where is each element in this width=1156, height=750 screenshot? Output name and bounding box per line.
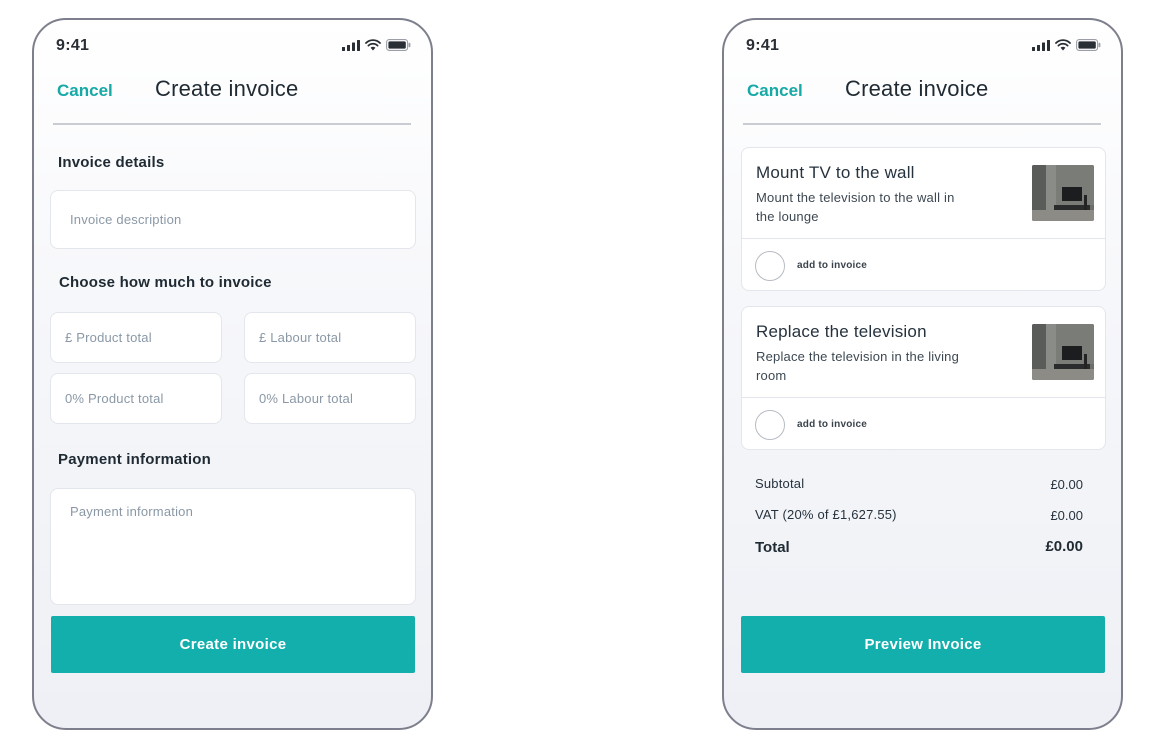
total-value: £0.00 <box>1045 538 1083 555</box>
battery-icon <box>386 39 411 51</box>
tv-room-photo <box>1032 165 1094 221</box>
signal-icon <box>1032 39 1050 51</box>
labour-total-placeholder: £ Labour total <box>259 330 342 345</box>
add-to-invoice-label: add to invoice <box>797 260 868 271</box>
add-to-invoice-label: add to invoice <box>797 419 868 430</box>
job-card[interactable]: Mount TV to the wall Mount the televisio… <box>741 147 1106 291</box>
job-card[interactable]: Replace the television Replace the telev… <box>741 306 1106 450</box>
payment-info-placeholder: Payment information <box>70 504 194 519</box>
payment-info-heading: Payment information <box>58 451 211 468</box>
subtotal-value: £0.00 <box>1050 477 1083 492</box>
signal-icon <box>342 39 360 51</box>
card-divider <box>742 238 1105 239</box>
subtotal-label: Subtotal <box>755 476 805 491</box>
page-title: Create invoice <box>155 76 299 101</box>
product-total-field[interactable]: £ Product total <box>50 312 222 363</box>
vat-label: VAT (20% of £1,627.55) <box>755 507 897 522</box>
product-percent-placeholder: 0% Product total <box>65 391 164 406</box>
invoice-description-field[interactable]: Invoice description <box>50 190 416 249</box>
preview-invoice-button[interactable]: Preview Invoice <box>741 616 1105 673</box>
status-icons <box>1032 39 1101 51</box>
invoice-details-heading: Invoice details <box>58 154 165 171</box>
battery-icon <box>1076 39 1101 51</box>
create-invoice-form-screen: 9:41 Cancel Create invoice Invoice detai… <box>32 18 433 730</box>
labour-total-field[interactable]: £ Labour total <box>244 312 416 363</box>
labour-percent-field[interactable]: 0% Labour total <box>244 373 416 424</box>
header-divider <box>743 123 1101 125</box>
create-invoice-button[interactable]: Create invoice <box>51 616 415 673</box>
header-divider <box>53 123 411 125</box>
labour-percent-placeholder: 0% Labour total <box>259 391 354 406</box>
product-percent-field[interactable]: 0% Product total <box>50 373 222 424</box>
job-description: Replace the television in the living roo… <box>756 349 960 383</box>
wifi-icon <box>1055 39 1071 51</box>
job-title: Replace the television <box>756 322 927 341</box>
cancel-button[interactable]: Cancel <box>747 81 803 101</box>
cancel-button[interactable]: Cancel <box>57 81 113 101</box>
add-to-invoice-radio[interactable] <box>755 410 785 440</box>
vat-value: £0.00 <box>1050 508 1083 523</box>
invoice-description-placeholder: Invoice description <box>70 212 182 227</box>
status-time: 9:41 <box>746 37 780 54</box>
job-title: Mount TV to the wall <box>756 163 915 182</box>
status-time: 9:41 <box>56 37 90 54</box>
payment-info-field[interactable]: Payment information <box>50 488 416 605</box>
product-total-placeholder: £ Product total <box>65 330 152 345</box>
add-to-invoice-radio[interactable] <box>755 251 785 281</box>
tv-room-photo <box>1032 324 1094 380</box>
wifi-icon <box>365 39 381 51</box>
page-title: Create invoice <box>845 76 989 101</box>
job-description: Mount the television to the wall in the … <box>756 190 955 224</box>
invoice-jobs-screen: 9:41 Cancel Create invoice Mount TV to t… <box>722 18 1123 730</box>
choose-amount-heading: Choose how much to invoice <box>59 274 272 291</box>
card-divider <box>742 397 1105 398</box>
status-icons <box>342 39 411 51</box>
total-label: Total <box>755 539 790 556</box>
